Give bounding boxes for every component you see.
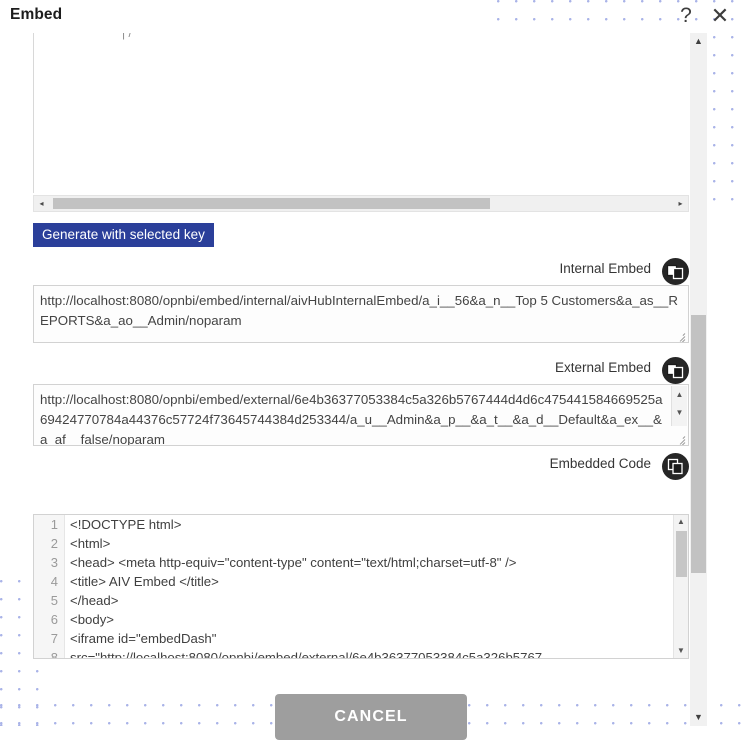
- line-number: 4: [34, 572, 64, 591]
- dialog-body: | / ◂ ▸ Generate with selected key Inter…: [0, 33, 742, 726]
- code-line: src="http://localhost:8080/opnbi/embed/e…: [70, 648, 672, 659]
- scroll-up-arrow-icon[interactable]: ▲: [672, 386, 687, 404]
- key-selection-panel[interactable]: | /: [33, 33, 690, 193]
- resize-grip-icon: [675, 330, 686, 341]
- dialog-vertical-scrollbar[interactable]: ▲ ▼: [690, 33, 707, 726]
- scroll-left-arrow-icon[interactable]: ◂: [34, 196, 49, 211]
- cancel-button[interactable]: CANCEL: [275, 694, 467, 740]
- scroll-down-arrow-icon[interactable]: ▼: [672, 404, 687, 422]
- code-content[interactable]: <!DOCTYPE html> <html> <head> <meta http…: [70, 515, 672, 659]
- line-number: 6: [34, 610, 64, 629]
- dialog-scrollbar-thumb[interactable]: [691, 315, 706, 573]
- close-icon[interactable]: ✕: [706, 2, 734, 30]
- copy-embedded-code-button[interactable]: [662, 453, 689, 480]
- code-line: <!DOCTYPE html>: [70, 515, 672, 534]
- line-number: 2: [34, 534, 64, 553]
- line-number: 5: [34, 591, 64, 610]
- internal-embed-input[interactable]: http://localhost:8080/opnbi/embed/intern…: [33, 285, 689, 343]
- code-vertical-scrollbar[interactable]: ▲ ▼: [673, 515, 688, 658]
- internal-embed-label: Internal Embed: [559, 261, 651, 276]
- panel-horizontal-scrollbar[interactable]: ◂ ▸: [33, 195, 689, 212]
- embed-dialog: Embed ? ✕ | / ◂ ▸ Generate with selected…: [0, 0, 742, 726]
- embedded-code-editor[interactable]: 1 2 3 4 5 6 7 8 <!DOCTYPE html> <html> <…: [33, 514, 689, 659]
- code-line: <head> <meta http-equiv="content-type" c…: [70, 553, 672, 572]
- line-number: 8: [34, 648, 64, 659]
- dialog-title: Embed: [10, 6, 62, 24]
- dialog-titlebar: Embed ? ✕: [0, 0, 742, 33]
- resize-grip-icon: [675, 433, 686, 444]
- code-line-number-gutter: 1 2 3 4 5 6 7 8: [34, 515, 65, 658]
- line-number: 3: [34, 553, 64, 572]
- copy-icon: [667, 263, 684, 280]
- code-line: </head>: [70, 591, 672, 610]
- code-line: <title> AIV Embed </title>: [70, 572, 672, 591]
- generate-with-selected-key-button[interactable]: Generate with selected key: [33, 223, 214, 247]
- copy-icon: [667, 362, 684, 379]
- scroll-right-arrow-icon[interactable]: ▸: [673, 196, 688, 211]
- help-icon[interactable]: ?: [672, 2, 700, 30]
- horizontal-scrollbar-thumb[interactable]: [53, 198, 490, 209]
- code-line: <html>: [70, 534, 672, 553]
- scroll-down-arrow-icon[interactable]: ▼: [690, 709, 707, 726]
- external-embed-input[interactable]: http://localhost:8080/opnbi/embed/extern…: [33, 384, 689, 446]
- scroll-up-arrow-icon[interactable]: ▲: [674, 515, 688, 529]
- embedded-code-label: Embedded Code: [550, 456, 651, 471]
- external-embed-value: http://localhost:8080/opnbi/embed/extern…: [40, 392, 663, 446]
- internal-embed-value: http://localhost:8080/opnbi/embed/intern…: [40, 293, 678, 328]
- scroll-up-arrow-icon[interactable]: ▲: [690, 33, 707, 50]
- external-embed-label: External Embed: [555, 360, 651, 375]
- external-embed-scrollbar[interactable]: ▲ ▼: [671, 386, 687, 426]
- scroll-down-arrow-icon[interactable]: ▼: [674, 644, 688, 658]
- copy-pages-icon: [667, 458, 684, 475]
- copy-internal-embed-button[interactable]: [662, 258, 689, 285]
- code-line: <iframe id="embedDash": [70, 629, 672, 648]
- line-number: 7: [34, 629, 64, 648]
- code-scrollbar-thumb[interactable]: [676, 531, 687, 577]
- line-number: 1: [34, 515, 64, 534]
- clipped-panel-text: | /: [122, 33, 132, 40]
- copy-external-embed-button[interactable]: [662, 357, 689, 384]
- code-line: <body>: [70, 610, 672, 629]
